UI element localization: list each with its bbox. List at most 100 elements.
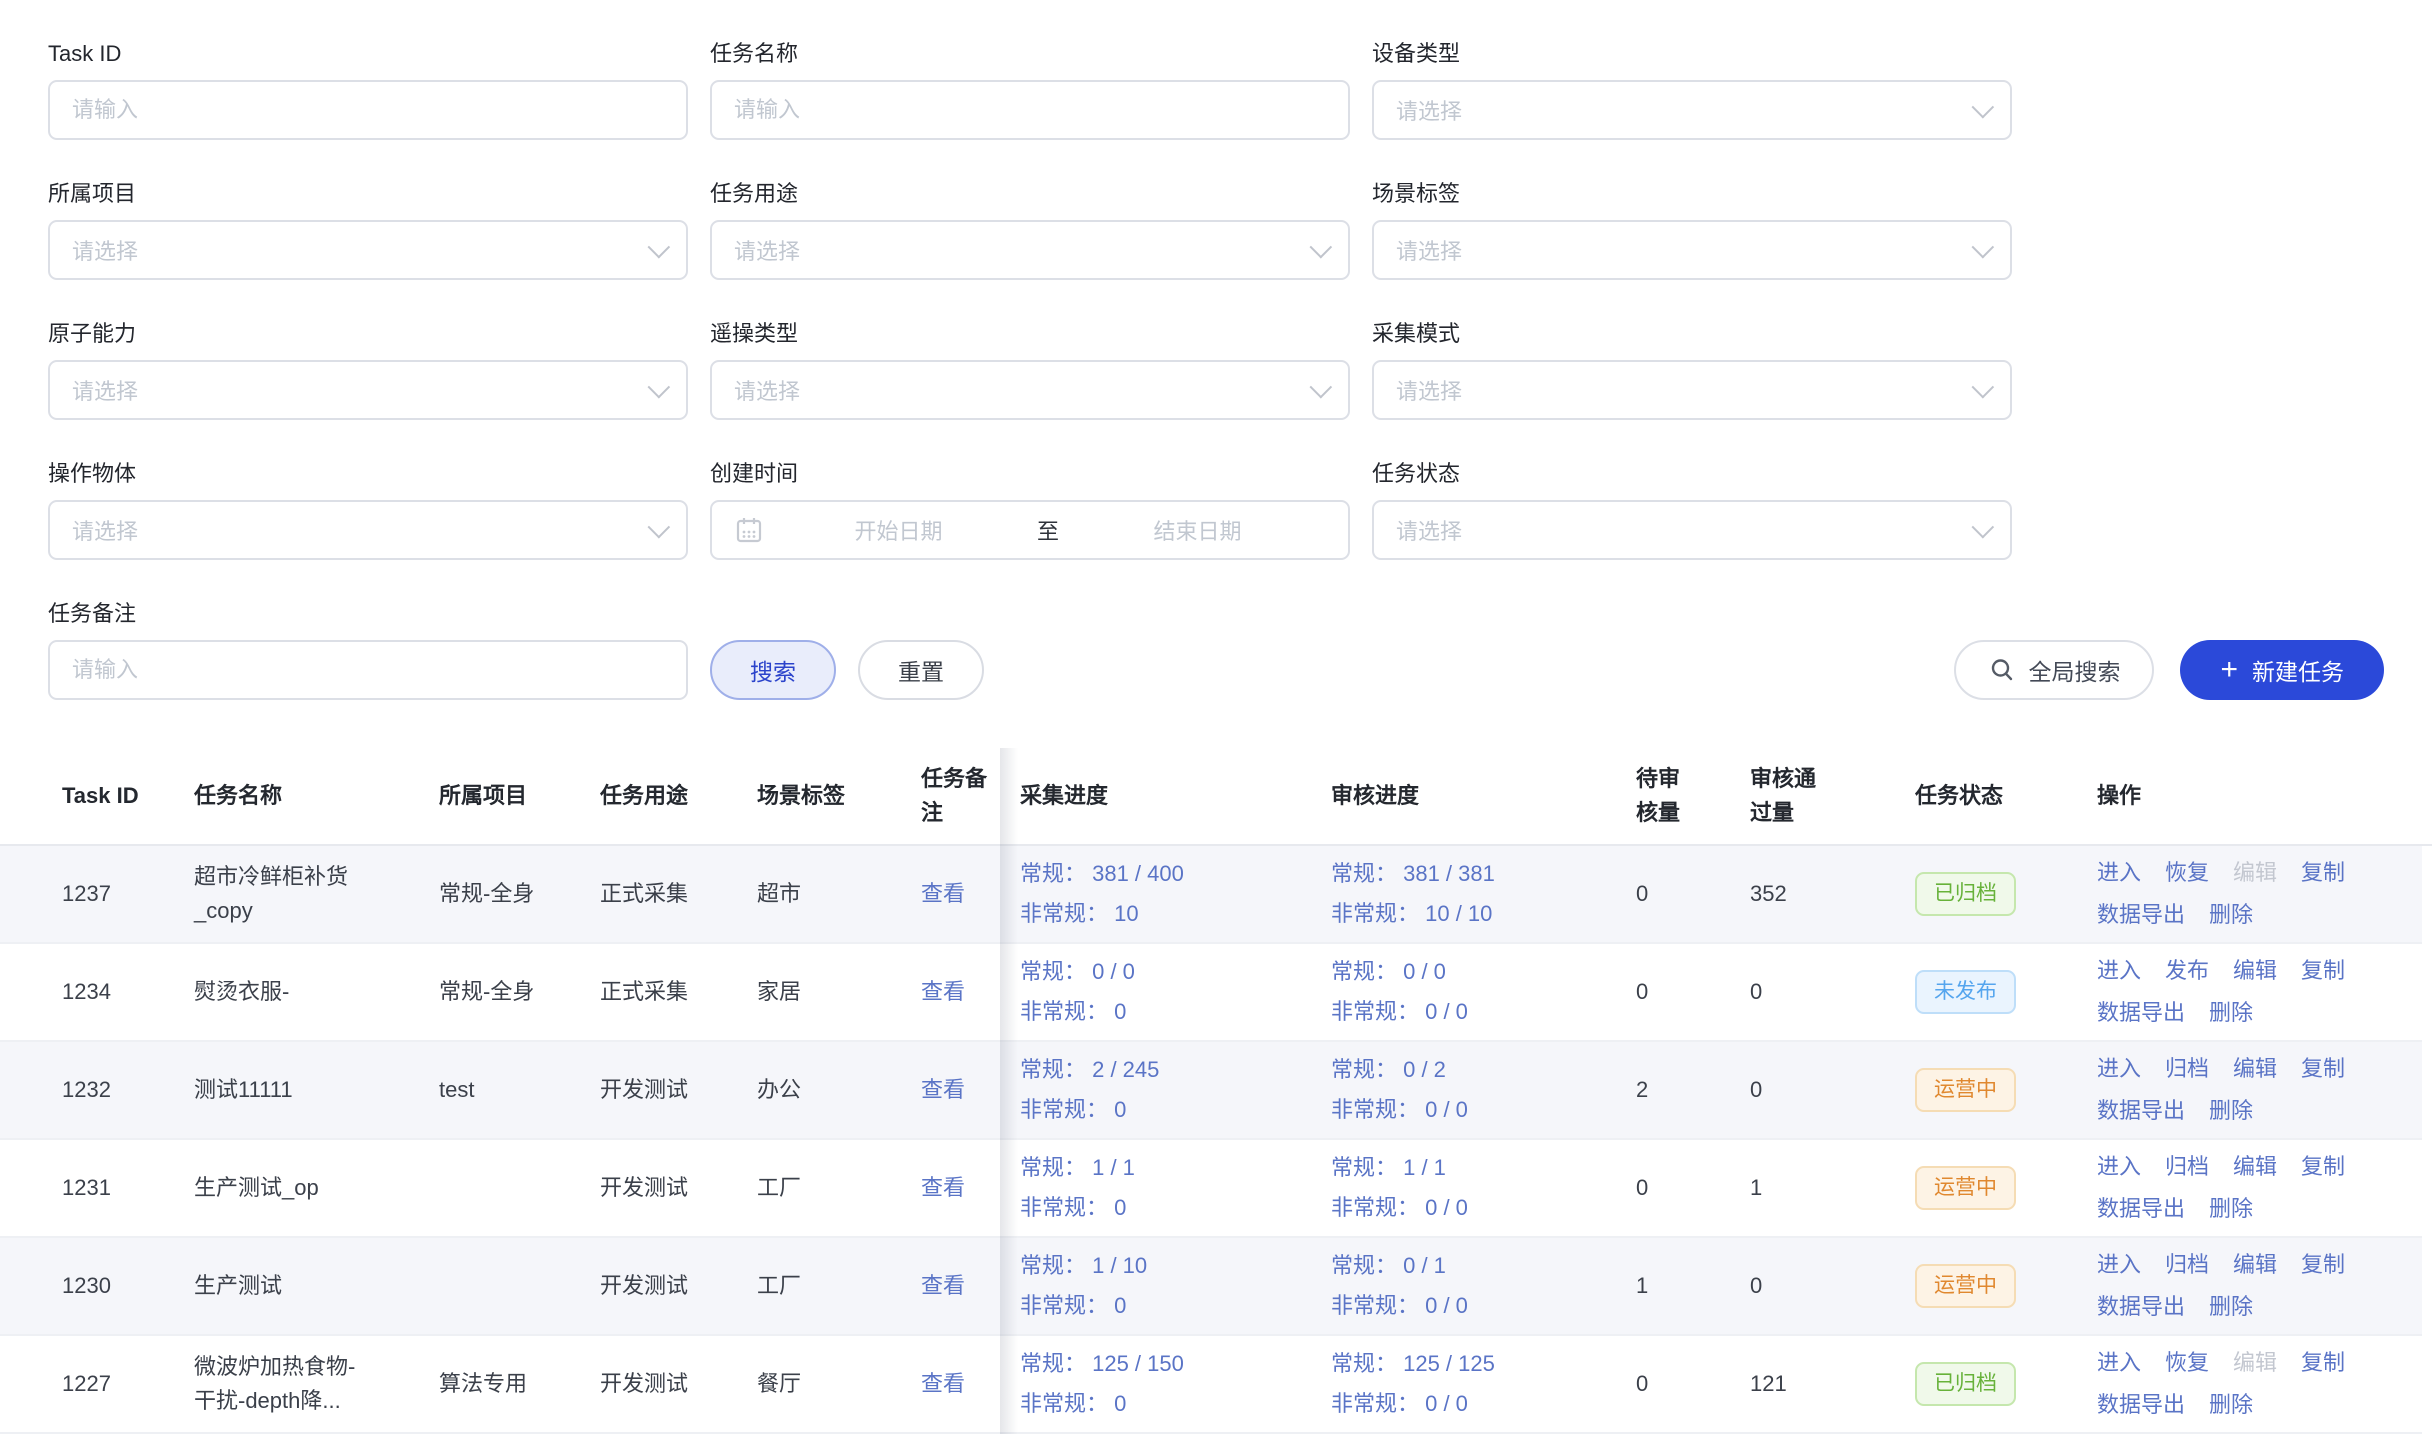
action-link[interactable]: 编辑 <box>2233 1146 2277 1188</box>
action-link[interactable]: 删除 <box>2209 1384 2253 1426</box>
collect-progress-cell: 常规： 381 / 400非常规： 10 <box>1020 846 1312 942</box>
search-button[interactable]: 搜索 <box>710 640 836 700</box>
action-link[interactable]: 数据导出 <box>2097 1188 2185 1230</box>
filter-teleop-type: 遥操类型 请选择 <box>710 320 1350 420</box>
purpose-cell: 开发测试 <box>600 1042 730 1138</box>
review-progress-cell: 常规： 0 / 2非常规： 0 / 0 <box>1331 1042 1613 1138</box>
action-link[interactable]: 删除 <box>2209 1090 2253 1132</box>
filter-task-name: 任务名称 <box>710 40 1350 140</box>
table-body: 1237超市冷鲜柜补货_copy常规-全身正式采集超市查看常规： 381 / 4… <box>0 846 2432 1434</box>
action-link[interactable]: 删除 <box>2209 992 2253 1034</box>
action-link[interactable]: 进入 <box>2097 1146 2141 1188</box>
filter-label: 任务用途 <box>710 180 1350 208</box>
view-remark-link[interactable]: 查看 <box>921 975 965 1009</box>
table-row: 1237超市冷鲜柜补货_copy常规-全身正式采集超市查看常规： 381 / 4… <box>0 846 2422 944</box>
task-status-cell: 运营中 <box>1915 1238 2085 1334</box>
filter-device-type: 设备类型 请选择 <box>1372 40 2012 140</box>
filter-collect-mode: 采集模式 请选择 <box>1372 320 2012 420</box>
operate-object-select[interactable]: 请选择 <box>48 500 688 560</box>
action-link[interactable]: 复制 <box>2301 1244 2345 1286</box>
status-badge: 运营中 <box>1915 1068 2016 1112</box>
filter-atomic-ability: 原子能力 请选择 <box>48 320 688 420</box>
filter-project: 所属项目 请选择 <box>48 180 688 280</box>
view-remark-link[interactable]: 查看 <box>921 1171 965 1205</box>
review-passed-cell: 0 <box>1750 944 1890 1040</box>
action-link[interactable]: 数据导出 <box>2097 894 2185 936</box>
status-badge: 已归档 <box>1915 872 2016 916</box>
task-status-cell: 运营中 <box>1915 1042 2085 1138</box>
view-remark-link[interactable]: 查看 <box>921 1367 965 1401</box>
action-link[interactable]: 进入 <box>2097 1342 2141 1384</box>
reset-button[interactable]: 重置 <box>858 640 984 700</box>
operations-cell: 进入归档编辑复制数据导出删除 <box>2097 1238 2417 1334</box>
filter-label: 任务状态 <box>1372 460 2012 488</box>
action-link[interactable]: 发布 <box>2165 950 2209 992</box>
global-search-button[interactable]: 全局搜索 <box>1954 640 2154 700</box>
filter-label: 原子能力 <box>48 320 688 348</box>
action-link[interactable]: 删除 <box>2209 1188 2253 1230</box>
project-cell: 算法专用 <box>439 1336 539 1432</box>
action-link[interactable]: 编辑 <box>2233 1048 2277 1090</box>
review-passed-cell: 0 <box>1750 1238 1890 1334</box>
view-remark-link[interactable]: 查看 <box>921 1073 965 1107</box>
action-link[interactable]: 归档 <box>2165 1146 2209 1188</box>
action-link[interactable]: 恢复 <box>2165 852 2209 894</box>
collect-progress-cell: 常规： 125 / 150非常规： 0 <box>1020 1336 1312 1432</box>
task-status-select[interactable]: 请选择 <box>1372 500 2012 560</box>
task-purpose-select[interactable]: 请选择 <box>710 220 1350 280</box>
action-link[interactable]: 进入 <box>2097 950 2141 992</box>
atomic-ability-select[interactable]: 请选择 <box>48 360 688 420</box>
action-link[interactable]: 删除 <box>2209 1286 2253 1328</box>
task-remark-input[interactable] <box>72 657 664 683</box>
filter-create-time: 创建时间 开始日期 至 结束日期 <box>710 460 1350 560</box>
filter-task-id: Task ID <box>48 40 688 140</box>
task-id-input-wrap <box>48 80 688 140</box>
review-passed-cell: 0 <box>1750 1042 1890 1138</box>
end-date-placeholder[interactable]: 结束日期 <box>1069 514 1326 546</box>
collect-mode-select[interactable]: 请选择 <box>1372 360 2012 420</box>
action-link[interactable]: 归档 <box>2165 1048 2209 1090</box>
action-link[interactable]: 删除 <box>2209 894 2253 936</box>
action-link[interactable]: 数据导出 <box>2097 1286 2185 1328</box>
action-link[interactable]: 进入 <box>2097 1244 2141 1286</box>
task-name-cell: 微波炉加热食物-干扰-depth降... <box>194 1336 372 1432</box>
scene-tag-select[interactable]: 请选择 <box>1372 220 2012 280</box>
chevron-down-icon <box>1972 236 1995 259</box>
col-pending-review-header: 待审 核量 <box>1636 748 1718 844</box>
action-link[interactable]: 数据导出 <box>2097 992 2185 1034</box>
task-id-input[interactable] <box>72 97 664 123</box>
action-link[interactable]: 编辑 <box>2233 950 2277 992</box>
project-select[interactable]: 请选择 <box>48 220 688 280</box>
filter-label: 创建时间 <box>710 460 1350 488</box>
action-link[interactable]: 数据导出 <box>2097 1384 2185 1426</box>
start-date-placeholder[interactable]: 开始日期 <box>770 514 1027 546</box>
action-link[interactable]: 复制 <box>2301 1146 2345 1188</box>
action-link[interactable]: 编辑 <box>2233 1244 2277 1286</box>
action-link[interactable]: 进入 <box>2097 1048 2141 1090</box>
new-task-button[interactable]: + 新建任务 <box>2180 640 2384 700</box>
device-type-select[interactable]: 请选择 <box>1372 80 2012 140</box>
col-review-passed-header: 审核通 过量 <box>1750 748 1890 844</box>
status-badge: 运营中 <box>1915 1166 2016 1210</box>
action-link[interactable]: 数据导出 <box>2097 1090 2185 1132</box>
action-link[interactable]: 恢复 <box>2165 1342 2209 1384</box>
action-link[interactable]: 复制 <box>2301 852 2345 894</box>
view-remark-link[interactable]: 查看 <box>921 1269 965 1303</box>
teleop-type-select[interactable]: 请选择 <box>710 360 1350 420</box>
action-link[interactable]: 复制 <box>2301 950 2345 992</box>
select-placeholder: 请选择 <box>734 234 1310 266</box>
action-link[interactable]: 归档 <box>2165 1244 2209 1286</box>
action-link[interactable]: 复制 <box>2301 1048 2345 1090</box>
filter-label: 采集模式 <box>1372 320 2012 348</box>
search-reset-group: 搜索 重置 <box>688 600 984 700</box>
action-link[interactable]: 复制 <box>2301 1342 2345 1384</box>
review-progress-cell: 常规： 0 / 0非常规： 0 / 0 <box>1331 944 1613 1040</box>
view-remark-link[interactable]: 查看 <box>921 877 965 911</box>
task-name-input[interactable] <box>734 97 1326 123</box>
purpose-cell: 正式采集 <box>600 944 730 1040</box>
create-time-daterange[interactable]: 开始日期 至 结束日期 <box>710 500 1350 560</box>
col-scene-tag-header: 场景标签 <box>757 748 887 844</box>
table-row: 1230生产测试开发测试工厂查看常规： 1 / 10非常规： 0常规： 0 / … <box>0 1238 2422 1336</box>
col-purpose-header: 任务用途 <box>600 748 730 844</box>
action-link[interactable]: 进入 <box>2097 852 2141 894</box>
